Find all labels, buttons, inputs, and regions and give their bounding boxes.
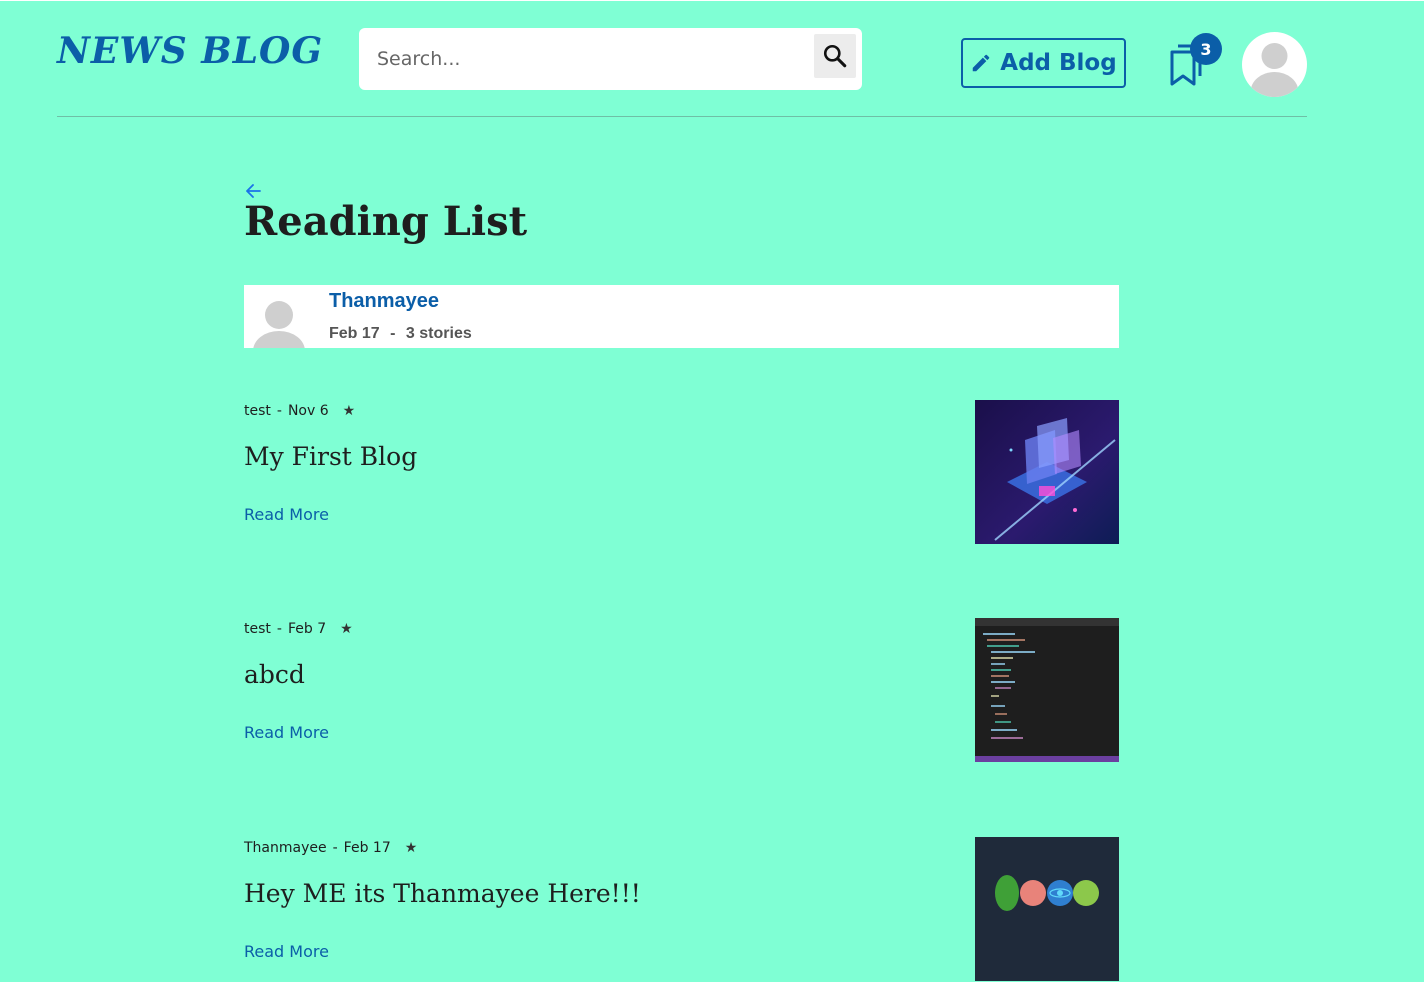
star-icon: ★ [342,403,356,419]
avatar-icon [1250,43,1299,97]
post-thumbnail[interactable] [975,618,1119,762]
user-avatar[interactable] [1242,32,1307,97]
author-name[interactable]: Thanmayee [329,290,439,313]
post-date: Feb 7 [287,621,327,637]
author-card[interactable]: Thanmayee Feb 17 - 3 stories [244,285,1119,348]
read-more-link[interactable]: Read More [244,505,329,524]
post-meta: Thanmayee - Feb 17 ★ [244,840,417,856]
list-item: Thanmayee - Feb 17 ★ Hey ME its Thanmaye… [244,837,1119,982]
circuit-laptop-image [975,400,1119,544]
list-item: test - Nov 6 ★ My First Blog Read More [244,400,1119,545]
mern-logos-image [975,837,1119,981]
avatar-icon [253,301,305,348]
author-meta: Feb 17 - 3 stories [329,325,472,343]
post-meta: test - Feb 7 ★ [244,621,353,637]
post-author: test [244,621,271,637]
post-thumbnail[interactable] [975,837,1119,981]
star-icon: ★ [340,621,353,637]
add-blog-button[interactable]: Add Blog [961,38,1126,88]
add-blog-label: Add Blog [1000,50,1117,76]
site-logo[interactable]: NEWS BLOG [57,30,323,72]
author-date: Feb 17 [329,325,380,342]
reading-list-count-badge: 3 [1190,33,1222,65]
search-button[interactable] [814,34,856,78]
meta-separator: - [332,840,338,856]
header-divider [57,116,1307,117]
search-icon [823,44,847,68]
pencil-icon [973,54,990,72]
meta-separator: - [276,403,282,419]
post-title[interactable]: Hey ME its Thanmayee Here!!! [244,879,641,908]
star-icon: ★ [404,840,418,856]
post-date: Feb 17 [343,840,391,856]
search-bar [359,28,862,90]
meta-separator: - [276,621,282,637]
list-item: test - Feb 7 ★ abcd Read More [244,618,1119,763]
read-more-link[interactable]: Read More [244,723,329,742]
post-author: Thanmayee [244,840,327,856]
meta-separator: - [390,325,396,342]
post-thumbnail[interactable] [975,400,1119,544]
read-more-link[interactable]: Read More [244,942,329,961]
post-meta: test - Nov 6 ★ [244,403,355,419]
code-editor-image [975,618,1119,762]
top-border [0,0,1424,1]
post-author: test [244,403,271,419]
page-title: Reading List [244,198,528,245]
search-input[interactable] [359,28,799,90]
post-date: Nov 6 [287,403,329,419]
post-title[interactable]: abcd [244,660,305,689]
author-story-count: 3 stories [405,325,472,342]
post-title[interactable]: My First Blog [244,442,417,471]
